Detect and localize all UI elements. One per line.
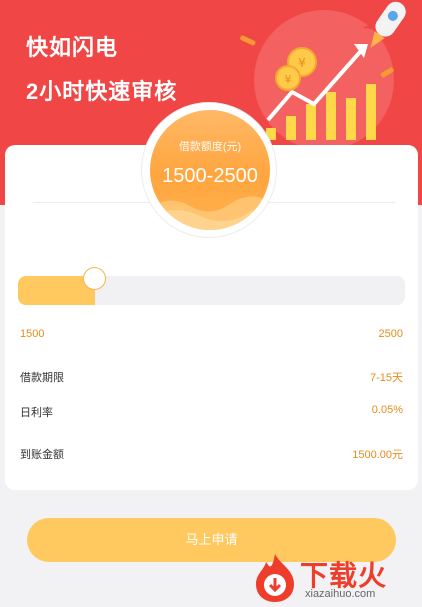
amount-slider-handle[interactable] <box>83 267 106 290</box>
amount-slider[interactable] <box>18 267 405 305</box>
term-value: 7-15天 <box>369 372 403 384</box>
loan-amount-label: 借款额度(元) <box>178 141 242 153</box>
received-amount-value: 1500.00元 <box>352 449 403 461</box>
hero-title-line2: 2小时快速审核 <box>26 79 178 104</box>
term-label: 借款期限 <box>20 372 64 384</box>
slider-min-label: 1500 <box>20 328 45 340</box>
info-row-amount: 到账金额 1500.00元 <box>20 446 403 462</box>
slider-max-label: 2500 <box>378 328 403 340</box>
rate-label: 日利率 <box>20 407 53 419</box>
info-row-term: 借款期限 7-15天 <box>20 369 403 385</box>
svg-text:¥: ¥ <box>298 56 306 70</box>
svg-text:¥: ¥ <box>285 73 292 86</box>
loan-amount-value: 1500-2500 <box>162 165 258 187</box>
loan-card: 借款额度(元) 1500-2500 1500 2500 借款期限 7-15天 日… <box>5 102 418 490</box>
watermark-url: xiazaihuo.com <box>305 588 376 600</box>
hero-title-line1: 快如闪电 <box>26 35 119 60</box>
loan-amount-circle: 借款额度(元) 1500-2500 <box>150 110 270 230</box>
wave-decoration <box>150 196 270 230</box>
flame-download-icon <box>256 554 294 602</box>
received-amount-label: 到账金额 <box>20 449 64 461</box>
info-row-rate: 日利率 0.05% <box>20 404 403 420</box>
watermark: 下载火 xiazaihuo.com <box>250 548 422 607</box>
rate-value: 0.05% <box>371 404 403 416</box>
